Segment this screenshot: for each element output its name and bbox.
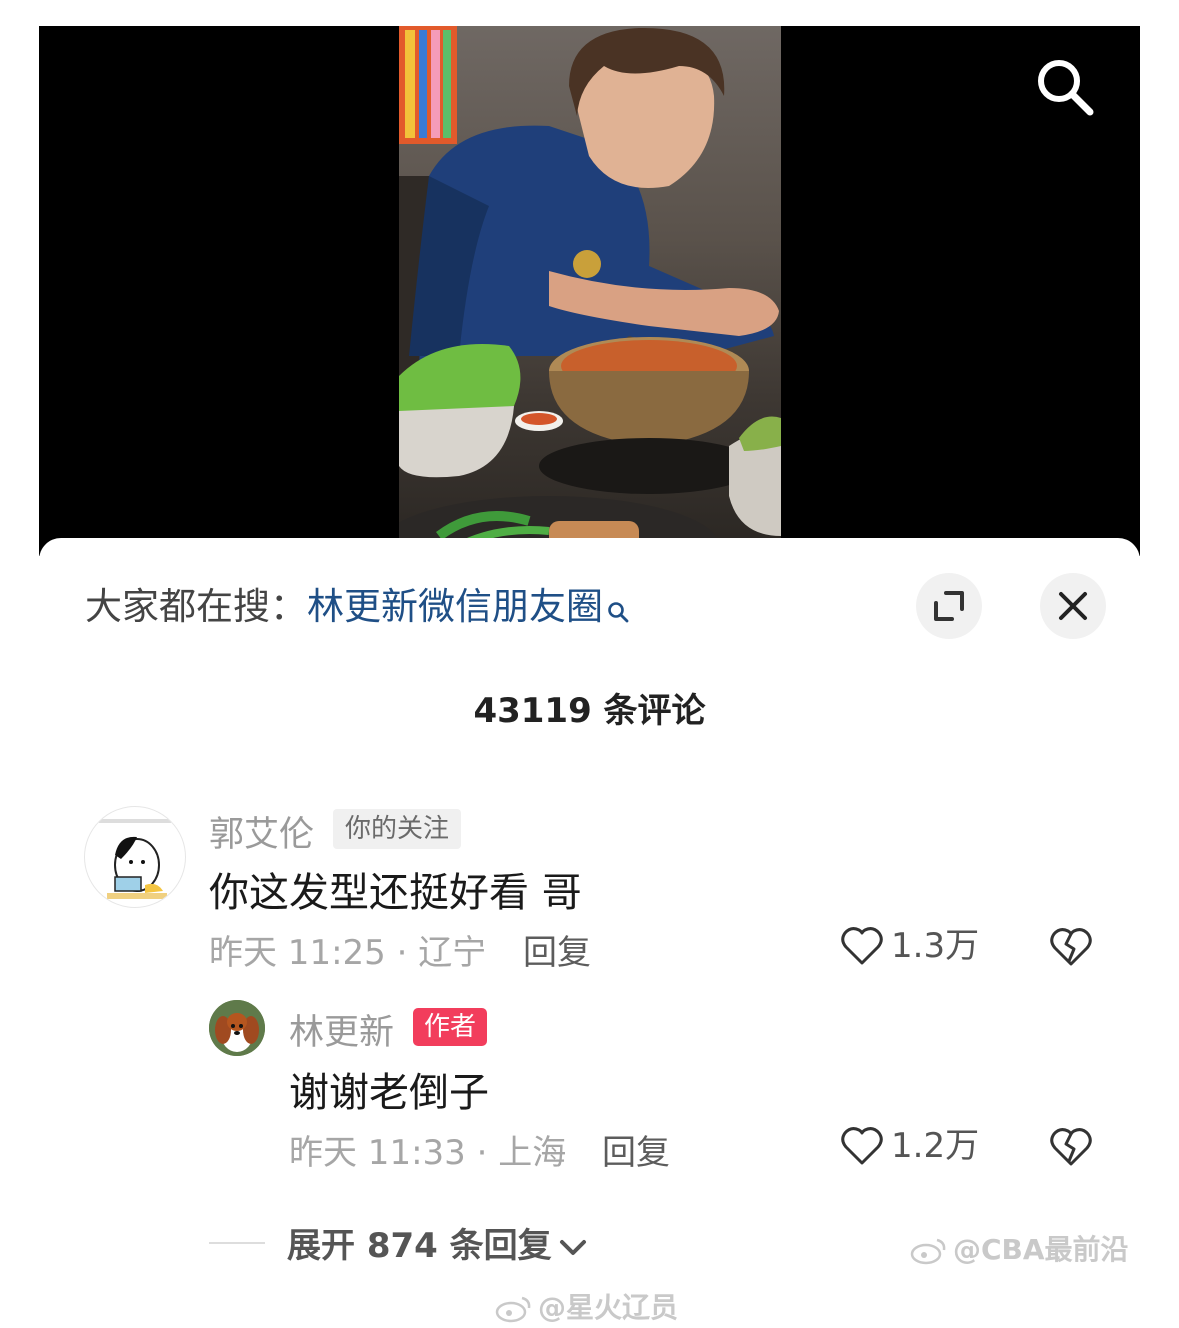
like-count: 1.2万 [891,1126,980,1166]
heart-icon [841,927,883,965]
follow-badge: 你的关注 [333,809,462,849]
video-frame [399,26,781,556]
like-count: 1.3万 [891,926,980,966]
like-button[interactable]: 1.3万 [839,923,999,969]
like-button[interactable]: 1.2万 [839,1123,999,1169]
hot-search-query-link[interactable]: 林更新微信朋友圈 [307,585,603,628]
comment-count: 43119 条评论 [473,691,706,731]
watermark-right-text: @CBA最前沿 [953,1233,1129,1266]
broken-heart-icon[interactable] [1047,923,1095,969]
weibo-logo-icon [910,1238,946,1265]
close-icon[interactable] [1040,573,1106,639]
video-player[interactable] [39,26,1140,556]
watermark-bottom: @星火辽员 [494,1286,678,1326]
broken-heart-icon[interactable] [1047,1123,1095,1169]
comment-username[interactable]: 郭艾伦 [209,806,314,857]
hot-search-bar: 大家都在搜：林更新微信朋友圈 [85,582,629,632]
reply-button[interactable]: 回复 [602,1125,670,1174]
expand-replies-label: 展开 874 条回复 [287,1226,552,1266]
author-badge: 作者 [413,1008,488,1046]
watermark-bottom-text: @星火辽员 [538,1291,679,1324]
reply-avatar[interactable] [209,1000,265,1056]
video-thumbnail [399,26,781,556]
reply-username[interactable]: 林更新 [289,1004,394,1055]
search-icon[interactable] [1034,56,1096,118]
heart-icon [841,1127,883,1165]
cartoon-avatar-icon [99,819,171,899]
expand-icon[interactable] [916,573,982,639]
expand-replies-button[interactable]: 展开 874 条回复 [287,1218,588,1267]
avatar[interactable] [84,806,186,908]
weibo-logo-icon [495,1296,531,1323]
comment-meta: 昨天 11:25 · 辽宁 [209,933,487,973]
reply-button[interactable]: 回复 [523,925,591,974]
watermark-right: @CBA最前沿 [909,1228,1129,1268]
comment-sheet: 大家都在搜：林更新微信朋友圈 43119 条评论 郭艾伦 你的关注 你这发型还挺… [39,538,1140,1328]
divider [209,1242,265,1244]
reply-text: 谢谢老倒子 [289,1070,489,1116]
search-small-icon[interactable] [607,586,629,623]
dog-avatar-icon [209,1000,265,1056]
comment-text: 你这发型还挺好看 哥 [209,870,582,916]
chevron-down-icon [559,1239,586,1255]
reply-meta: 昨天 11:33 · 上海 [289,1133,567,1173]
hot-search-prefix: 大家都在搜： [85,585,307,628]
